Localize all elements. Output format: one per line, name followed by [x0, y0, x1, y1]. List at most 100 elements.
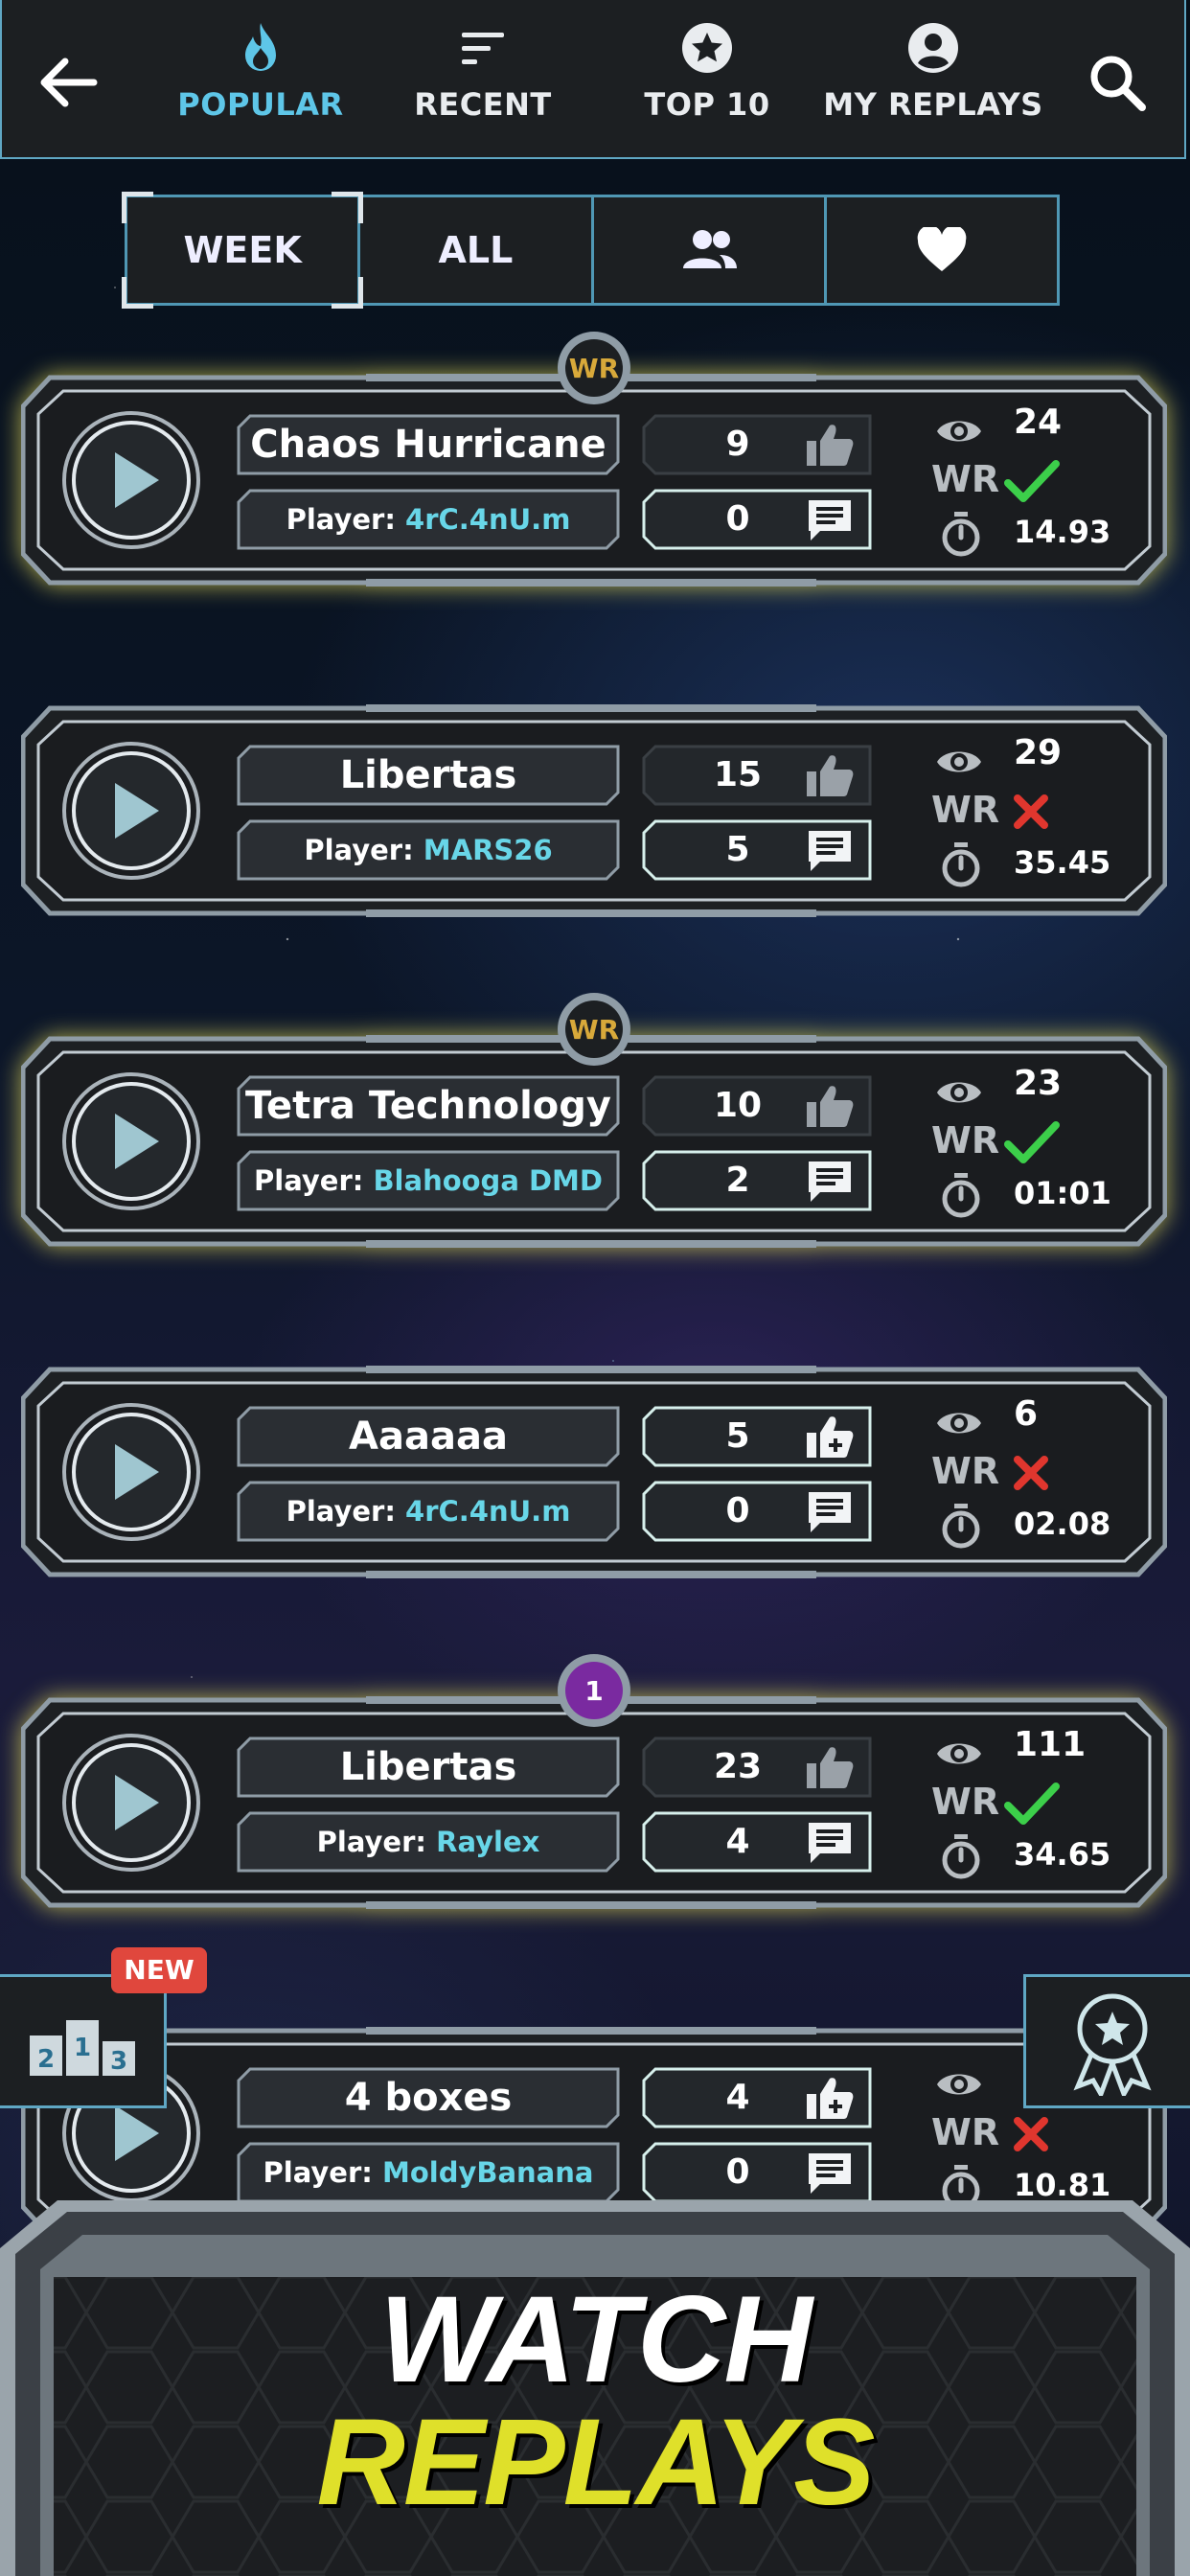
views-count: 29 [1014, 733, 1063, 772]
replay-card[interactable]: Chaos Hurricane Player: 4rC.4nU.m 9 0 24… [21, 332, 1167, 586]
player-name[interactable]: 4rC.4nU.m [405, 1495, 570, 1528]
thumbs-up-icon [807, 1416, 854, 1458]
likes-button[interactable]: 4 [642, 2067, 872, 2128]
sort-lines-icon [462, 33, 504, 64]
player-name[interactable]: MARS26 [423, 834, 553, 866]
filter-friends[interactable] [594, 197, 827, 303]
tab-popular[interactable]: POPULAR [174, 19, 347, 144]
likes-count: 5 [725, 1416, 750, 1456]
back-button[interactable] [36, 50, 102, 115]
player-name[interactable]: 4rC.4nU.m [405, 503, 570, 536]
replay-title: Libertas [339, 753, 517, 797]
replay-title-box: Aaaaaa [237, 1406, 620, 1467]
comments-count: 0 [725, 1491, 750, 1530]
banner-title-line2: REPLAYS [316, 2394, 875, 2531]
replay-card[interactable]: Tetra Technology Player: Blahooga DMD 10… [21, 993, 1167, 1248]
podium-digit: 1 [74, 2034, 91, 2062]
comments-button[interactable]: 2 [642, 1150, 872, 1211]
replay-card[interactable]: Libertas Player: Raylex 23 4 111 WR 34.6… [21, 1654, 1167, 1909]
world-record-label: WR [931, 1450, 1000, 1492]
comment-icon [809, 1823, 851, 1863]
stopwatch-icon [942, 512, 980, 557]
player-box: Player: 4rC.4nU.m [237, 489, 620, 550]
views-count: 111 [1014, 1725, 1087, 1764]
likes-button[interactable]: 23 [642, 1736, 872, 1798]
world-record-label: WR [931, 789, 1000, 831]
eye-icon [937, 751, 981, 772]
comments-button[interactable]: 0 [642, 489, 872, 550]
search-button[interactable] [1085, 50, 1150, 115]
tab-recent[interactable]: RECENT [397, 19, 569, 144]
card-badge: WR [558, 332, 630, 404]
star-circle-icon [682, 23, 732, 73]
likes-button[interactable]: 15 [642, 745, 872, 806]
heart-icon [917, 227, 967, 271]
player-prefix: Player: [316, 1826, 426, 1858]
comment-icon [809, 500, 851, 540]
tab-top-10[interactable]: TOP 10 [621, 19, 793, 144]
top-nav-bar: POPULAR RECENT TOP 10 MY REPLAYS [0, 0, 1186, 159]
tab-label: POPULAR [177, 86, 344, 123]
selection-corner [332, 192, 364, 223]
comments-count: 0 [725, 2152, 750, 2192]
replay-time: 35.45 [1014, 844, 1111, 881]
replay-card[interactable]: Aaaaaa Player: 4rC.4nU.m 5 0 6 WR 02.08 [21, 1366, 1167, 1578]
comment-icon [809, 1492, 851, 1532]
likes-count: 10 [713, 1086, 763, 1125]
filter-all[interactable]: ALL [360, 197, 594, 303]
comments-button[interactable]: 0 [642, 2142, 872, 2203]
leaderboard-button[interactable]: 2 1 3 [0, 1974, 167, 2108]
tab-my-replays[interactable]: MY REPLAYS [822, 19, 1044, 144]
svg-text:WR: WR [569, 353, 619, 384]
replay-time: 14.93 [1014, 514, 1111, 550]
play-button[interactable] [59, 1070, 203, 1213]
views-count: 24 [1014, 402, 1063, 442]
player-box: Player: 4rC.4nU.m [237, 1481, 620, 1542]
svg-text:WR: WR [569, 1014, 619, 1046]
comments-button[interactable]: 0 [642, 1481, 872, 1542]
cross-icon [1014, 2117, 1048, 2151]
play-button[interactable] [59, 1400, 203, 1544]
play-button[interactable] [59, 739, 203, 883]
views-count: 6 [1014, 1394, 1039, 1434]
player-prefix: Player: [254, 1164, 364, 1197]
likes-count: 9 [725, 425, 750, 464]
player-box: Player: MoldyBanana [237, 2142, 620, 2203]
replay-title-box: Libertas [237, 745, 620, 806]
podium-123-icon: 2 1 3 [28, 2018, 137, 2078]
user-circle-icon [908, 23, 958, 73]
time-filter-segmented-control: WEEK ALL [121, 192, 1060, 309]
play-button[interactable] [59, 1731, 203, 1874]
likes-button[interactable]: 10 [642, 1075, 872, 1137]
achievements-button[interactable] [1023, 1974, 1190, 2108]
arrow-left-icon [40, 58, 98, 107]
tab-label: RECENT [414, 86, 552, 123]
comments-button[interactable]: 4 [642, 1811, 872, 1873]
player-name[interactable]: Raylex [436, 1826, 539, 1858]
podium-digit: 2 [37, 2045, 55, 2074]
filter-favorites[interactable] [827, 197, 1057, 303]
likes-count: 15 [713, 755, 763, 794]
replay-title: Libertas [339, 1745, 517, 1789]
comments-count: 5 [725, 830, 750, 869]
replay-time: 01:01 [1014, 1175, 1111, 1211]
player-name[interactable]: Blahooga DMD [373, 1164, 603, 1197]
player-box: Player: Raylex [237, 1811, 620, 1873]
world-record-label: WR [931, 2111, 1000, 2153]
replay-card[interactable]: Libertas Player: MARS26 15 5 29 WR 35.45 [21, 704, 1167, 917]
player-prefix: Player: [286, 1495, 396, 1528]
card-badge: WR [558, 993, 630, 1066]
filter-week[interactable]: WEEK [121, 192, 364, 309]
banner-title-line1: WATCH [379, 2271, 812, 2408]
search-icon [1090, 56, 1146, 111]
likes-button[interactable]: 9 [642, 414, 872, 475]
comments-button[interactable]: 5 [642, 819, 872, 881]
player-prefix: Player: [286, 503, 396, 536]
svg-text:1: 1 [584, 1675, 603, 1707]
comments-count: 4 [725, 1822, 750, 1861]
player-name[interactable]: MoldyBanana [382, 2156, 594, 2189]
play-button[interactable] [59, 408, 203, 552]
filter-label: WEEK [183, 229, 302, 271]
stopwatch-icon [942, 1834, 980, 1879]
likes-button[interactable]: 5 [642, 1406, 872, 1467]
